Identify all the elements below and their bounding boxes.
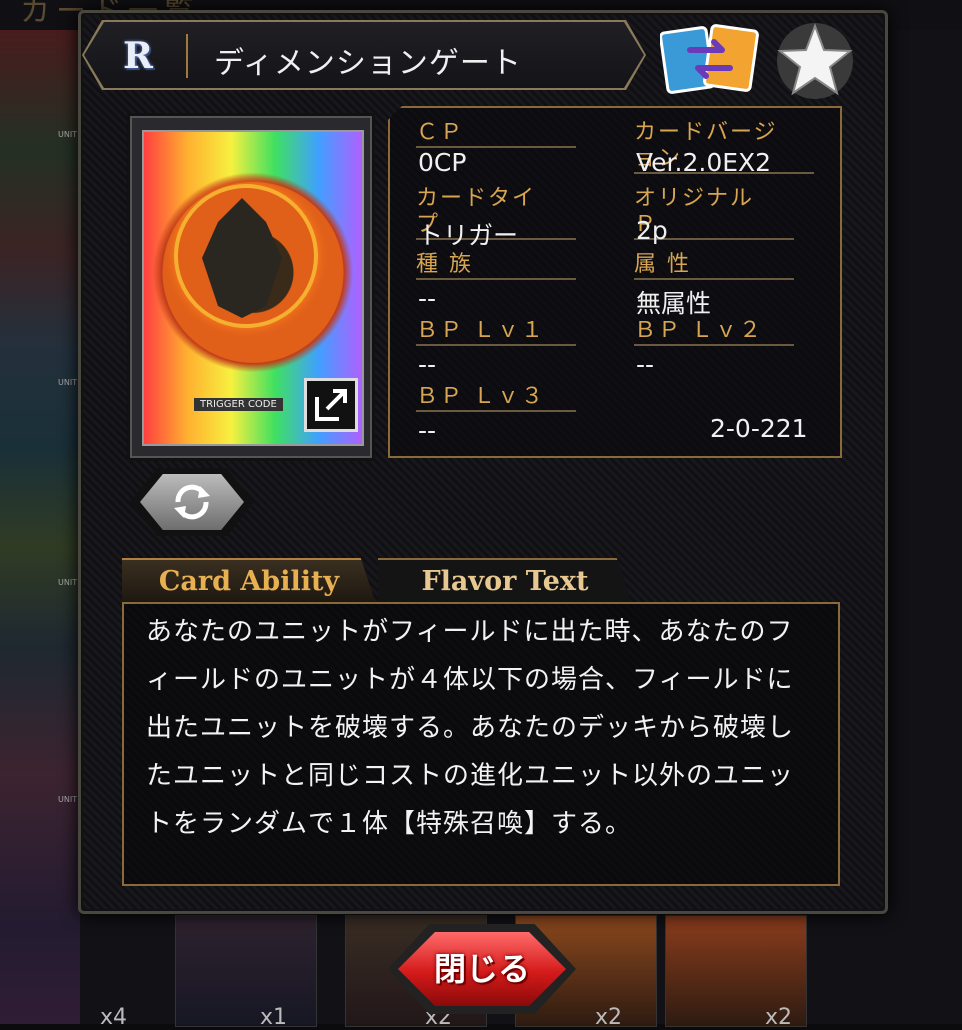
background-card[interactable] <box>175 915 317 1027</box>
card-number: 2-0-221 <box>710 414 808 443</box>
cp-label: ＣＰ <box>416 120 576 148</box>
bp-lv2-value: -- <box>636 350 655 379</box>
close-button-label[interactable]: 閉じる <box>398 932 566 1006</box>
header-divider <box>186 34 188 78</box>
attribute-label: 属 性 <box>634 252 794 280</box>
original-p-value: 2p <box>636 216 668 245</box>
bp-lv1-value: -- <box>418 350 437 379</box>
tab-card-ability[interactable]: Card Ability <box>122 558 376 604</box>
race-value: -- <box>418 284 437 313</box>
cp-value: 0CP <box>418 148 467 177</box>
bp-lv3-value: -- <box>418 416 437 445</box>
bp-lv1-label: ＢＰ Ｌｖ１ <box>416 318 576 346</box>
ability-text-box[interactable]: あなたのユニットがフィールドに出た時、あなたのフィールドのユニットが４体以下の場… <box>122 602 840 886</box>
card-swap-icon[interactable] <box>659 24 760 94</box>
ability-description: あなたのユニットがフィールドに出た時、あなたのフィールドのユニットが４体以下の場… <box>146 617 795 839</box>
background-card-count: x2 <box>595 1005 623 1030</box>
background-card-column <box>0 30 80 1024</box>
card-info-panel: ＣＰ 0CP カードバージョン Ver.2.0EX2 カードタイプ トリガー オ… <box>388 106 842 458</box>
favorite-star-icon[interactable] <box>772 18 858 104</box>
background-card-count: x1 <box>260 1005 288 1030</box>
background-unit-label: UNIT <box>58 378 78 387</box>
card-image-frame[interactable]: TRIGGER CODE <box>130 116 372 458</box>
attribute-value: 無属性 <box>636 289 712 318</box>
tab-flavor-text[interactable]: Flavor Text <box>378 558 632 604</box>
expand-icon[interactable] <box>304 378 358 432</box>
card-name: ディメンションゲート <box>214 46 522 81</box>
version-value: Ver.2.0EX2 <box>636 148 772 177</box>
background-card-count: x2 <box>765 1005 793 1030</box>
trigger-code-label: TRIGGER CODE <box>194 398 283 411</box>
bp-lv3-label: ＢＰ Ｌｖ３ <box>416 384 576 412</box>
refresh-icon[interactable] <box>170 482 214 522</box>
background-card-count: x4 <box>100 1005 128 1030</box>
background-unit-label: UNIT <box>58 130 78 139</box>
rarity-badge: R <box>123 35 153 77</box>
card-type-value: トリガー <box>418 221 519 250</box>
bp-lv2-label: ＢＰ Ｌｖ２ <box>634 318 794 346</box>
race-label: 種 族 <box>416 252 576 280</box>
background-unit-label: UNIT <box>58 578 78 587</box>
background-unit-label: UNIT <box>58 795 78 804</box>
